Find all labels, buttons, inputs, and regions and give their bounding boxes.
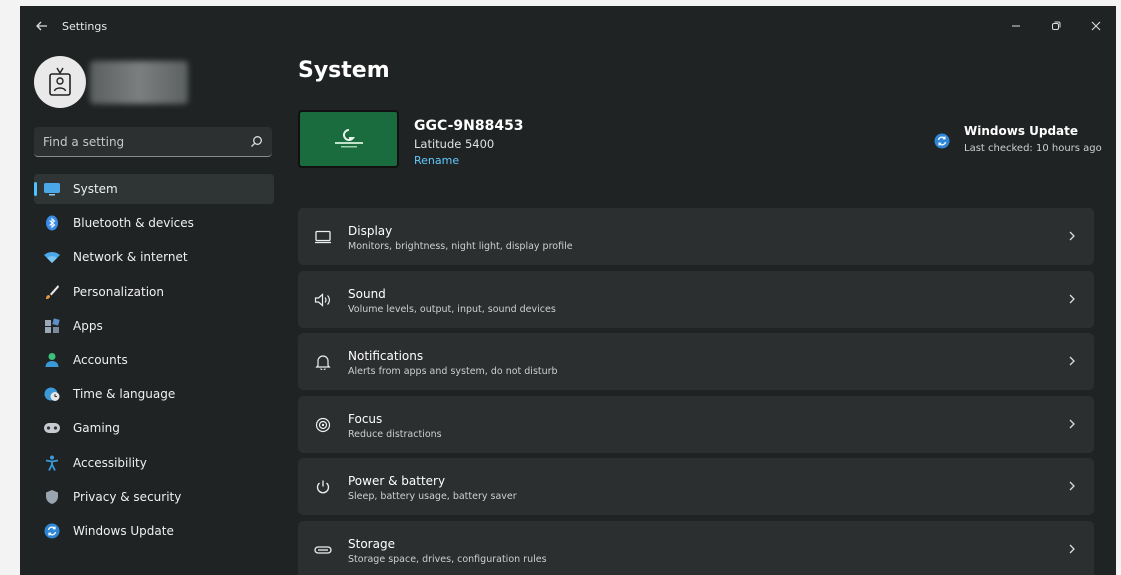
apps-icon [43,317,61,335]
notifications-card[interactable]: Notifications Alerts from apps and syste… [298,333,1094,391]
speaker-icon [313,290,333,310]
sidebar-item-gaming[interactable]: Gaming [34,413,274,443]
wifi-icon [43,248,61,266]
chevron-right-icon [1069,294,1075,304]
sidebar-item-label: Personalization [73,284,164,299]
sidebar-item-time-language[interactable]: Time & language [34,379,274,409]
minimize-icon [1012,25,1020,27]
display-card[interactable]: Display Monitors, brightness, night ligh… [298,208,1094,265]
restore-button[interactable] [1040,14,1072,38]
page-title: System [298,58,390,83]
device-name: GGC-9N88453 [414,118,524,134]
windows-update-title[interactable]: Windows Update [964,124,1078,138]
card-title: Display [348,224,393,238]
close-button[interactable] [1080,14,1112,38]
search-input[interactable] [34,127,245,157]
settings-list: Display Monitors, brightness, night ligh… [298,208,1094,575]
sidebar-item-windows-update[interactable]: Windows Update [34,516,274,546]
chevron-right-icon [1069,481,1075,491]
card-description: Sleep, battery usage, battery saver [348,491,517,503]
sidebar-nav: System Bluetooth & devices Network & int… [34,174,274,550]
sidebar-item-label: System [73,182,118,196]
accessibility-icon [43,454,61,472]
chevron-right-icon [1069,544,1075,554]
sidebar-item-system[interactable]: System [34,174,274,204]
card-description: Reduce distractions [348,428,442,440]
title-bar: Settings [20,6,1116,46]
card-description: Volume levels, output, input, sound devi… [348,303,556,315]
person-icon [43,351,61,369]
minimize-button[interactable] [1000,14,1032,38]
sidebar-item-label: Accessibility [73,455,147,470]
restore-icon [1052,21,1061,30]
bell-icon [313,352,333,372]
power-icon [313,477,333,497]
sound-card[interactable]: Sound Volume levels, output, input, soun… [298,270,1094,328]
sidebar-item-label: Network & internet [73,250,188,265]
storage-icon [313,540,333,560]
update-icon [43,522,61,540]
brush-icon [43,283,61,301]
card-description: Monitors, brightness, night light, displ… [348,241,573,252]
settings-window: Settings System Bluetooth & [20,6,1116,575]
card-title: Power & battery [348,474,446,489]
sidebar-item-network[interactable]: Network & internet [34,242,274,272]
gamepad-icon [43,419,61,437]
sidebar-item-personalization[interactable]: Personalization [34,277,274,307]
sidebar-item-apps[interactable]: Apps [34,311,274,341]
globe-clock-icon [43,385,61,403]
sidebar-item-accounts[interactable]: Accounts [34,345,274,375]
device-model: Latitude 5400 [414,137,495,151]
back-arrow-icon[interactable] [34,18,50,34]
windows-update-status: Last checked: 10 hours ago [964,143,1102,154]
display-icon [313,227,333,247]
user-badge-icon [49,67,71,96]
chevron-right-icon [1069,231,1075,241]
focus-icon [313,415,333,435]
sidebar-item-privacy[interactable]: Privacy & security [34,482,274,512]
bluetooth-icon [43,214,61,232]
sidebar-item-label: Gaming [73,421,120,436]
close-icon [1091,21,1101,31]
chevron-right-icon [1069,419,1075,429]
sidebar-item-bluetooth[interactable]: Bluetooth & devices [34,208,274,238]
device-wallpaper-thumbnail [298,110,399,168]
windows-update-icon[interactable] [934,133,950,149]
power-battery-card[interactable]: Power & battery Sleep, battery usage, ba… [298,458,1094,516]
search-icon[interactable] [250,135,263,148]
avatar[interactable] [34,56,86,108]
monitor-icon [43,180,61,198]
chevron-right-icon [1069,356,1075,366]
username-blurred [90,61,188,104]
company-logo-icon [334,129,363,148]
storage-card[interactable]: Storage Storage space, drives, configura… [298,520,1094,575]
sidebar-item-label: Apps [73,318,103,333]
window-title: Settings [62,20,108,33]
card-title: Notifications [348,349,424,364]
sidebar-item-label: Time & language [73,387,176,402]
card-description: Alerts from apps and system, do not dist… [348,366,558,378]
sidebar-item-label: Privacy & security [73,489,182,504]
card-title: Storage [348,536,395,551]
shield-icon [43,488,61,506]
sidebar-item-accessibility[interactable]: Accessibility [34,448,274,478]
sidebar-item-label: Accounts [73,352,128,367]
card-description: Storage space, drives, configuration rul… [348,553,547,565]
search-box[interactable] [34,127,272,157]
card-title: Focus [348,411,383,426]
card-title: Sound [348,286,386,301]
rename-link[interactable]: Rename [414,154,459,167]
focus-card[interactable]: Focus Reduce distractions [298,395,1094,453]
sidebar-item-label: Bluetooth & devices [73,216,194,231]
sidebar-item-label: Windows Update [73,523,174,538]
